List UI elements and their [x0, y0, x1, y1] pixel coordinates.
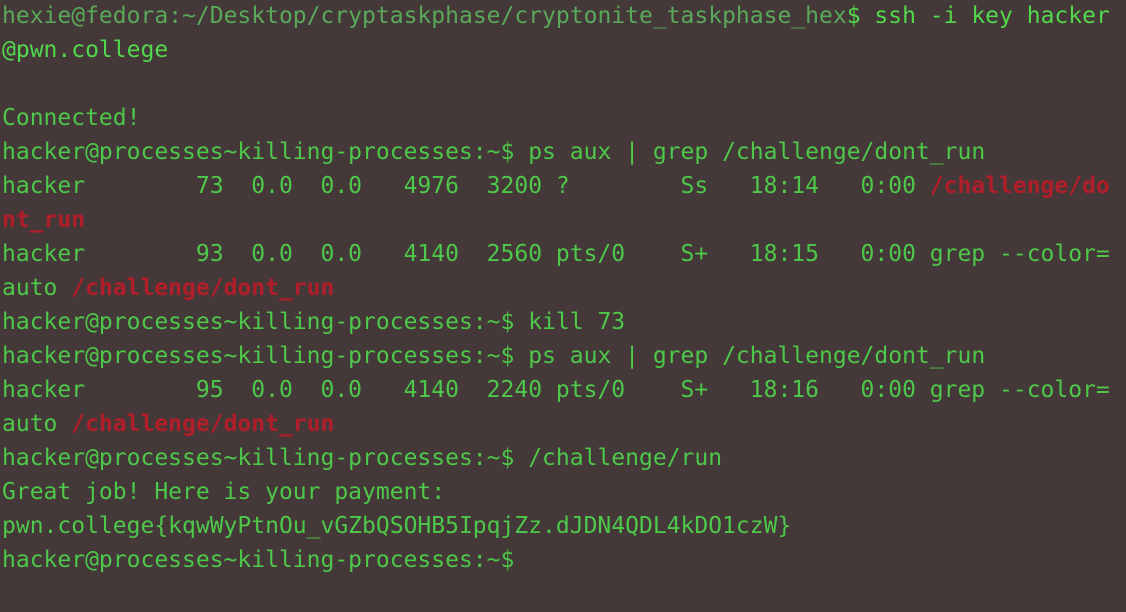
command-text: kill 73 [528, 309, 626, 335]
output-text: hacker 93 0.0 0.0 4140 2560 pts/0 S+ 18:… [2, 241, 1110, 267]
terminal-window[interactable]: hexie@fedora:~/Desktop/cryptaskphase/cry… [0, 0, 1126, 612]
output-text: auto [2, 275, 72, 301]
terminal-line: hacker 95 0.0 0.0 4140 2240 pts/0 S+ 18:… [2, 373, 1126, 407]
local-prompt-path: ~/Desktop/cryptaskphase/cryptonite_taskp… [182, 3, 847, 29]
command-text: ps aux | grep /challenge/dont_run [528, 343, 986, 369]
output-text: auto [2, 411, 72, 437]
grep-match-highlight: /challenge/do [929, 173, 1110, 199]
flag-output: pwn.college{kqwWyPtnOu_vGZbQSOHB5IpqjZz.… [2, 513, 792, 539]
remote-prompt: hacker@processes~killing-processes:~$ [2, 309, 529, 335]
terminal-line: hacker@processes~killing-processes:~$ ki… [2, 305, 1126, 339]
terminal-line: Connected! [2, 101, 1126, 135]
grep-match-highlight: /challenge/dont_run [71, 411, 335, 437]
grep-match-highlight: nt_run [2, 207, 86, 233]
output-text: hacker 95 0.0 0.0 4140 2240 pts/0 S+ 18:… [2, 377, 1110, 403]
output-text: Connected! [2, 105, 141, 131]
command-text: ssh -i key hacker [874, 3, 1110, 29]
terminal-line: auto /challenge/dont_run [2, 271, 1126, 305]
terminal-line: hacker@processes~killing-processes:~$ ps… [2, 135, 1126, 169]
local-prompt-user-host: hexie@fedora [2, 3, 169, 29]
terminal-line: pwn.college{kqwWyPtnOu_vGZbQSOHB5IpqjZz.… [2, 509, 1126, 543]
terminal-line: hacker@processes~killing-processes:~$ ps… [2, 339, 1126, 373]
grep-match-highlight: /challenge/dont_run [71, 275, 335, 301]
terminal-line: @pwn.college [2, 33, 1126, 67]
terminal-line: hacker 73 0.0 0.0 4976 3200 ? Ss 18:14 0… [2, 169, 1126, 203]
output-text: Great job! Here is your payment: [2, 479, 446, 505]
terminal-line: Great job! Here is your payment: [2, 475, 1126, 509]
remote-prompt: hacker@processes~killing-processes:~$ [2, 445, 529, 471]
terminal-line: nt_run [2, 203, 1126, 237]
terminal-line: auto /challenge/dont_run [2, 407, 1126, 441]
remote-prompt: hacker@processes~killing-processes:~$ [2, 343, 529, 369]
command-text: ps aux | grep /challenge/dont_run [528, 139, 986, 165]
terminal-line: hacker@processes~killing-processes:~$ /c… [2, 441, 1126, 475]
remote-prompt: hacker@processes~killing-processes:~$ [2, 139, 529, 165]
terminal-input-line[interactable]: hacker@processes~killing-processes:~$ [2, 543, 1126, 577]
terminal-line: hexie@fedora:~/Desktop/cryptaskphase/cry… [2, 0, 1126, 33]
local-prompt-dollar: $ [846, 3, 875, 29]
local-prompt-separator: : [168, 3, 183, 29]
command-text: /challenge/run [528, 445, 723, 471]
command-text-wrapped: @pwn.college [2, 37, 169, 63]
output-text: hacker 73 0.0 0.0 4976 3200 ? Ss 18:14 0… [2, 173, 930, 199]
remote-prompt: hacker@processes~killing-processes:~$ [2, 547, 515, 573]
terminal-line: hacker 93 0.0 0.0 4140 2560 pts/0 S+ 18:… [2, 237, 1126, 271]
